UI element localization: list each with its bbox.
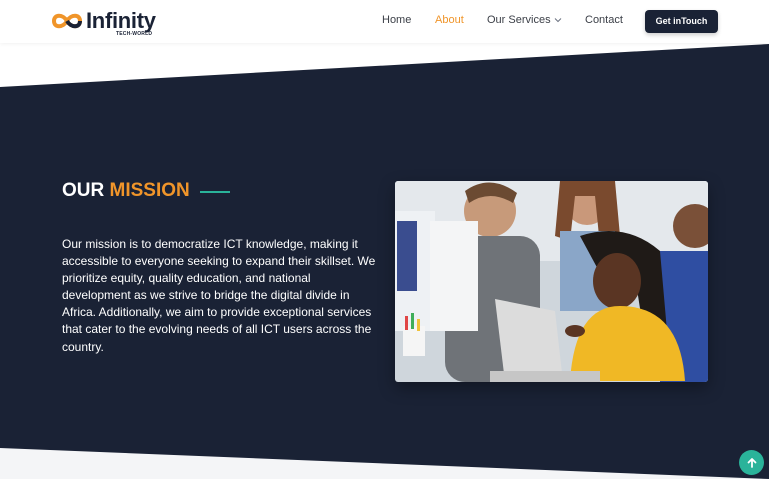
chevron-down-icon	[554, 18, 561, 23]
nav-contact[interactable]: Contact	[585, 14, 623, 26]
nav-our-services-label: Our Services	[487, 14, 551, 26]
arrow-up-icon	[747, 457, 756, 468]
get-in-touch-button[interactable]: Get inTouch	[645, 10, 718, 33]
site-header: Infinity TECH-WORLD Home About Our Servi…	[0, 0, 769, 43]
brand-tagline: TECH-WORLD	[116, 31, 153, 37]
mission-heading-accent: MISSION	[109, 180, 190, 201]
mission-photo	[395, 181, 708, 382]
mission-body: Our mission is to democratize ICT knowle…	[62, 237, 376, 354]
nav-about[interactable]: About	[435, 14, 464, 26]
mission-heading-prefix: OUR	[62, 180, 105, 201]
scroll-to-top-button[interactable]	[739, 450, 764, 475]
heading-underline	[200, 191, 230, 193]
nav-home[interactable]: Home	[382, 14, 411, 26]
infinity-logo-icon	[52, 13, 82, 29]
mission-heading: OUR MISSION	[62, 180, 190, 202]
nav-our-services[interactable]: Our Services	[487, 14, 562, 26]
